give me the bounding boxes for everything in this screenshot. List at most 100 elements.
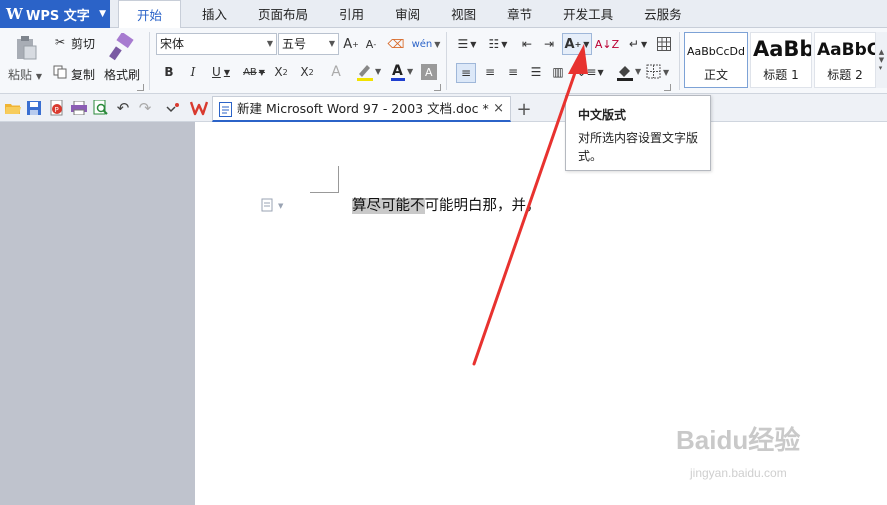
body-text[interactable]: 可能明白那，并，: [425, 198, 541, 214]
ribbon-home: 粘贴 ▼ ✂ 剪切 复制 格式刷 宋体 ▼ 五号 ▼ A + A- ⌫ wén ▼ B …: [0, 28, 887, 94]
clear-formatting-icon[interactable]: ⌫: [386, 35, 406, 53]
tab-references[interactable]: 引用: [329, 0, 374, 28]
justify-icon[interactable]: ☰: [527, 63, 545, 81]
tab-insert[interactable]: 插入: [192, 0, 237, 28]
watermark-logo: Baidu经验: [676, 425, 801, 455]
font-color-icon[interactable]: A ▼: [388, 61, 416, 83]
page-margin-mark: [310, 166, 339, 193]
increase-indent-icon[interactable]: ⇥: [540, 35, 558, 53]
highlight-color-icon[interactable]: ▼: [354, 61, 384, 83]
document-icon: [218, 101, 232, 117]
scissors-icon[interactable]: ✂: [52, 34, 68, 50]
separator: [446, 32, 447, 90]
selected-text[interactable]: 算尽可能不: [352, 198, 425, 214]
bold-icon[interactable]: B: [160, 63, 178, 81]
svg-text:A: A: [425, 66, 433, 79]
chevron-down-icon: ▼: [328, 39, 335, 48]
export-pdf-icon[interactable]: P: [48, 100, 66, 116]
line-spacing-icon[interactable]: ⇕≡ ▼: [576, 63, 604, 81]
tab-home[interactable]: 开始: [118, 0, 182, 29]
sort-icon[interactable]: A↓Z: [595, 35, 619, 53]
paragraph-dialog-launcher-icon[interactable]: [664, 84, 671, 91]
copy-icon[interactable]: [52, 64, 68, 80]
separator: [149, 32, 150, 90]
align-center-icon[interactable]: ≡: [481, 63, 499, 81]
print-icon[interactable]: [70, 100, 88, 116]
show-hide-marks-icon[interactable]: ↵ ▼: [626, 35, 650, 53]
separator: [679, 32, 680, 90]
styles-scroll-icon[interactable]: ▲ ▼ ▾: [876, 32, 887, 88]
strikethrough-icon[interactable]: AB ▼: [239, 63, 269, 81]
superscript-icon[interactable]: X2: [271, 63, 291, 81]
svg-text:P: P: [55, 106, 59, 114]
print-preview-icon[interactable]: [92, 100, 110, 116]
format-painter-button[interactable]: 格式刷: [104, 66, 140, 83]
font-size-select[interactable]: 五号 ▼: [278, 33, 339, 55]
table-grid-icon[interactable]: [655, 35, 673, 53]
bullets-icon[interactable]: ☰ ▼: [453, 35, 481, 53]
wps-logo-icon: W: [6, 5, 23, 23]
copy-button[interactable]: 复制: [71, 66, 95, 83]
tab-cloud-services[interactable]: 云服务: [634, 0, 692, 28]
svg-text:▼: ▼: [663, 68, 670, 77]
tab-review[interactable]: 审阅: [385, 0, 430, 28]
style-heading-1[interactable]: AaBb 标题 1: [750, 32, 812, 88]
borders-icon[interactable]: ▼: [645, 62, 673, 82]
tooltip-description: 对所选内容设置文字版式。: [578, 131, 699, 163]
workspace-background: [0, 122, 195, 505]
tooltip-title: 中文版式: [578, 108, 627, 122]
tab-page-layout[interactable]: 页面布局: [248, 0, 318, 28]
style-normal[interactable]: AaBbCcDd 正文: [684, 32, 748, 88]
redo-icon[interactable]: ↷: [136, 99, 154, 117]
paragraph-options-icon[interactable]: ▼: [259, 197, 289, 213]
underline-icon[interactable]: U ▼: [206, 63, 236, 81]
grow-font-icon[interactable]: A +: [342, 35, 360, 53]
document-text[interactable]: 算尽可能不可能明白那，并，: [352, 194, 541, 215]
shrink-font-icon[interactable]: A-: [362, 35, 380, 53]
wps-brand-icon[interactable]: [189, 99, 209, 117]
italic-icon[interactable]: I: [184, 63, 202, 81]
menu-bar: W WPS 文字 ▼ 开始 插入 页面布局 引用 审阅 视图 章节 开发工具 云…: [0, 0, 887, 29]
customize-toolbar-icon[interactable]: [164, 100, 182, 116]
paragraph-shading-icon[interactable]: ▼: [614, 62, 644, 82]
font-name-select[interactable]: 宋体 ▼: [156, 33, 277, 55]
style-heading-2[interactable]: AaBbC 标题 2: [814, 32, 876, 88]
subscript-icon[interactable]: X2: [297, 63, 317, 81]
font-dialog-launcher-icon[interactable]: [434, 84, 441, 91]
save-icon[interactable]: [26, 100, 42, 116]
tab-view[interactable]: 视图: [441, 0, 486, 28]
tooltip-chinese-layout: 中文版式 对所选内容设置文字版式。: [565, 95, 711, 171]
tab-developer[interactable]: 开发工具: [553, 0, 623, 28]
document-tab-title: 新建 Microsoft Word 97 - 2003 文档.doc *: [237, 101, 489, 116]
svg-text:A: A: [392, 63, 403, 79]
distributed-align-icon[interactable]: ▥: [549, 63, 567, 81]
open-folder-icon[interactable]: [4, 100, 22, 116]
document-tab[interactable]: 新建 Microsoft Word 97 - 2003 文档.doc * ×: [212, 96, 511, 122]
tab-sections[interactable]: 章节: [497, 0, 542, 28]
align-right-icon[interactable]: ≡: [504, 63, 522, 81]
svg-text:▼: ▼: [635, 67, 642, 76]
svg-text:▼: ▼: [407, 67, 414, 76]
character-shading-icon[interactable]: A: [420, 63, 438, 81]
ribbon-tabs: 开始 插入 页面布局 引用 审阅 视图 章节 开发工具 云服务: [118, 0, 703, 29]
chinese-layout-button[interactable]: A + ▼: [562, 33, 592, 55]
phonetic-guide-icon[interactable]: wén ▼: [412, 34, 441, 54]
paste-button[interactable]: 粘贴 ▼: [8, 66, 42, 83]
app-menu-button[interactable]: W WPS 文字 ▼: [0, 0, 110, 28]
watermark-url: jingyan.baidu.com: [690, 466, 787, 480]
cut-button[interactable]: 剪切: [71, 35, 95, 52]
app-title: WPS 文字: [26, 8, 90, 24]
paste-icon[interactable]: [12, 34, 40, 62]
new-tab-icon[interactable]: +: [514, 98, 534, 120]
undo-icon[interactable]: ↶: [114, 99, 132, 117]
close-tab-icon[interactable]: ×: [493, 97, 504, 121]
text-effect-icon[interactable]: A: [326, 62, 346, 82]
format-painter-icon[interactable]: [108, 32, 136, 62]
svg-text:▼: ▼: [278, 202, 284, 210]
chevron-down-icon: ▼: [266, 39, 273, 48]
align-left-icon[interactable]: ≡: [456, 63, 476, 83]
clipboard-dialog-launcher-icon[interactable]: [137, 84, 144, 91]
decrease-indent-icon[interactable]: ⇤: [518, 35, 536, 53]
numbering-icon[interactable]: ☷ ▼: [484, 35, 512, 53]
chevron-down-icon: ▼: [99, 9, 106, 19]
